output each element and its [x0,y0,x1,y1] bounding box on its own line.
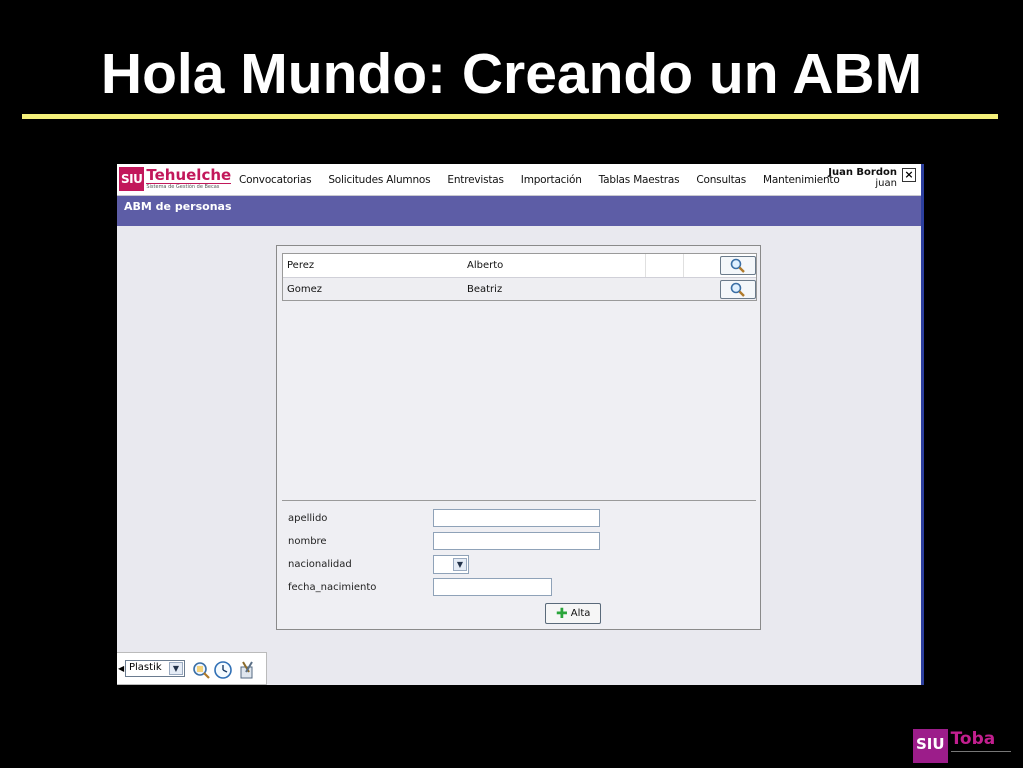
form-divider [282,500,756,501]
fecha-nacimiento-field[interactable] [433,578,552,596]
menu-item-entrevistas[interactable]: Entrevistas [447,174,504,186]
menu-item-tablas-maestras[interactable]: Tablas Maestras [599,174,680,186]
menu-item-importacion[interactable]: Importación [521,174,582,186]
page-title-band: ABM de personas [117,196,921,226]
menu-item-consultas[interactable]: Consultas [696,174,746,186]
nacionalidad-select[interactable]: ▼ [433,555,469,574]
logo-siu: SIU [119,167,145,191]
alta-label: Alta [570,608,591,619]
menu-item-solicitudes-alumnos[interactable]: Solicitudes Alumnos [328,174,430,186]
tools-icon[interactable] [237,660,257,680]
skin-select[interactable]: Plastik ▼ [125,660,185,677]
clock-icon[interactable] [213,660,233,680]
row-nombre: Beatriz [467,284,503,295]
chevron-down-icon: ▼ [169,662,183,675]
select-row-button[interactable] [720,280,756,299]
row-apellido: Perez [287,260,315,271]
inspect-icon[interactable] [191,660,211,680]
label-nacionalidad: nacionalidad [288,559,352,570]
nombre-field[interactable] [433,532,600,550]
logo-subtitle: Sistema de Gestión de Becas [146,184,220,190]
personas-list: Perez Alberto Gomez Beatriz [282,253,757,301]
user-login: juan [875,178,897,189]
label-fecha-nacimiento: fecha_nacimiento [288,582,377,593]
menu-item-convocatorias[interactable]: Convocatorias [239,174,312,186]
toba-name: Toba [950,729,996,749]
app-window: SIU Tehuelche Sistema de Gestión de Beca… [117,164,924,685]
select-row-button[interactable] [720,256,756,275]
toba-brand-logo: SIU Toba [913,729,1011,763]
app-logo: SIU Tehuelche Sistema de Gestión de Beca… [119,166,232,193]
alta-button[interactable]: ✚ Alta [545,603,601,624]
footer-toolbar: ◀ Plastik ▼ [117,652,267,685]
slide-title: Hola Mundo: Creando un ABM [100,42,923,106]
abm-panel: Perez Alberto Gomez Beatriz apellido nom… [276,245,761,630]
list-row: Gomez Beatriz [283,277,756,300]
main-menu: Convocatorias Solicitudes Alumnos Entrev… [239,164,857,196]
skin-value: Plastik [129,662,162,673]
apellido-field[interactable] [433,509,600,527]
magnifier-icon [730,258,745,273]
logo-name: Tehuelche [146,166,232,184]
chevron-down-icon: ▼ [453,558,467,571]
menu-bar: SIU Tehuelche Sistema de Gestión de Beca… [117,164,921,196]
logout-close-button[interactable]: × [902,168,916,182]
title-underline [22,114,998,119]
row-nombre: Alberto [467,260,504,271]
collapse-arrow-icon[interactable]: ◀ [118,664,124,673]
magnifier-icon [730,282,745,297]
row-apellido: Gomez [287,284,323,295]
plus-icon: ✚ [556,605,568,622]
label-apellido: apellido [288,513,328,524]
user-name: Juan Bordon [828,167,897,178]
list-row: Perez Alberto [283,254,756,277]
toba-siu: SIU [913,729,948,763]
user-info: Juan Bordon juan [827,167,897,189]
page-title: ABM de personas [124,200,232,213]
label-nombre: nombre [288,536,327,547]
